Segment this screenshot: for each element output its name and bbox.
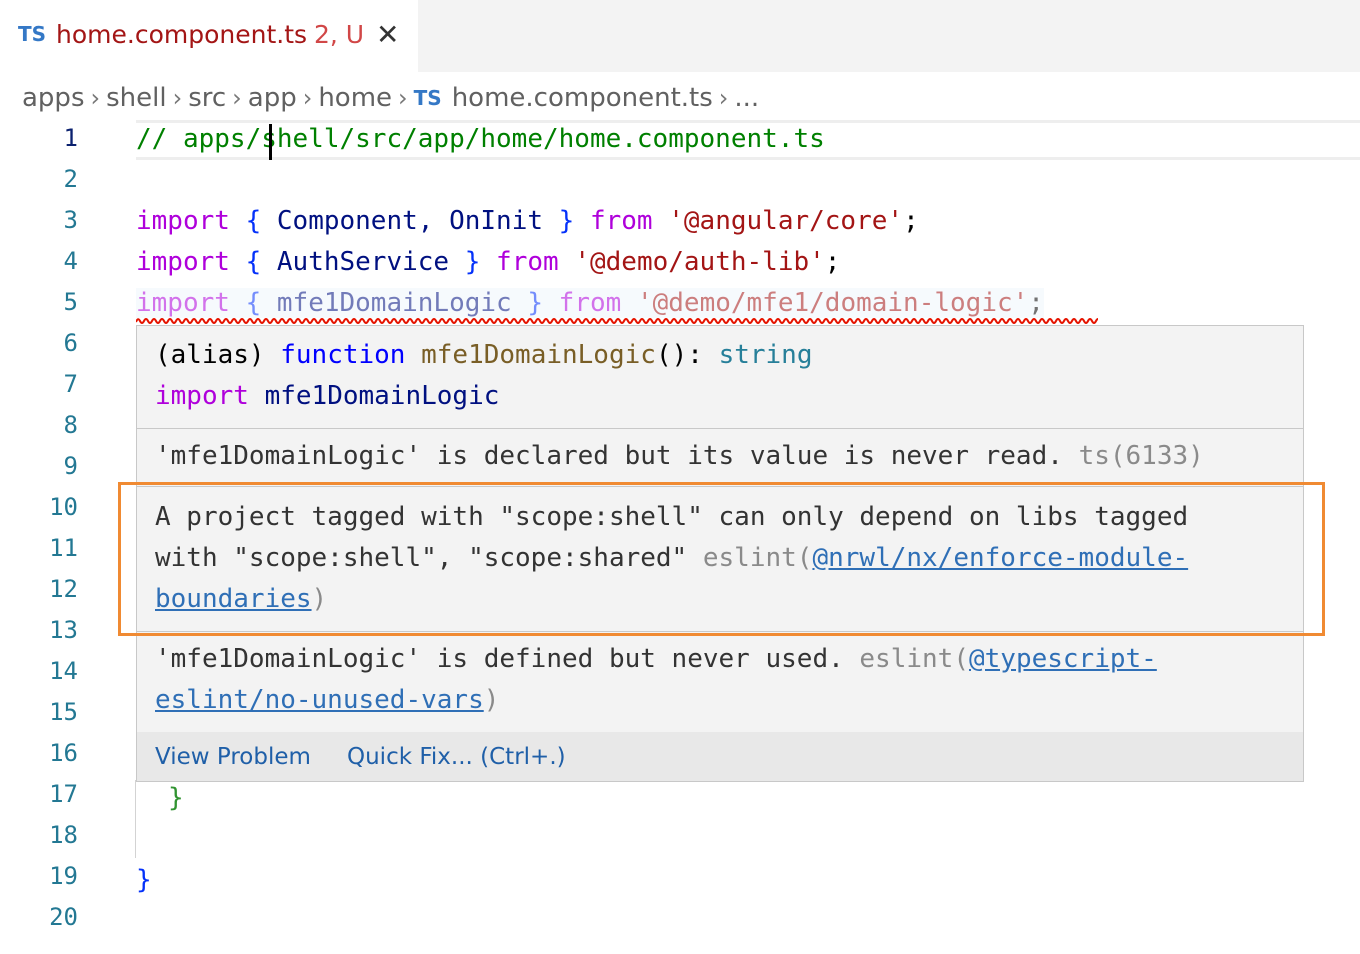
- identifier: mfe1DomainLogic: [264, 381, 500, 411]
- rule-link[interactable]: @typescript-: [969, 644, 1157, 674]
- string-literal: '@angular/core': [668, 206, 904, 236]
- identifier: Component, OnInit: [276, 206, 543, 236]
- breadcrumb: apps › shell › src › app › home › TS home.component…: [22, 82, 759, 116]
- keyword: import: [136, 206, 230, 236]
- breadcrumb-item-apps[interactable]: apps: [22, 83, 85, 113]
- tab-problem-status: 2, U: [314, 20, 365, 49]
- semicolon: ;: [824, 247, 841, 277]
- brace: {: [245, 206, 262, 236]
- line-number: 10: [49, 493, 78, 521]
- code-line-5[interactable]: import { mfe1DomainLogic } from '@demo/m…: [136, 288, 1044, 318]
- quick-fix-button[interactable]: Quick Fix... (Ctrl+.): [347, 744, 566, 770]
- chevron-right-icon: ›: [718, 83, 729, 112]
- identifier: AuthService: [276, 247, 450, 277]
- breadcrumb-more[interactable]: ...: [734, 83, 759, 113]
- line-number: 14: [49, 657, 78, 685]
- code-line-4[interactable]: import { AuthService } from '@demo/auth-…: [136, 247, 840, 277]
- code-line-17[interactable]: }: [168, 783, 184, 813]
- alias-label: (alias): [155, 340, 281, 370]
- tab-home-component[interactable]: TS home.component.ts 2, U ✕: [0, 0, 418, 72]
- breadcrumb-item-app[interactable]: app: [248, 83, 297, 113]
- brace: }: [136, 865, 152, 895]
- breadcrumb-item-shell[interactable]: shell: [106, 83, 166, 113]
- keyword: function: [280, 340, 406, 370]
- line-number: 7: [63, 370, 78, 398]
- code-line-1[interactable]: // apps/shell/src/app/home/home.componen…: [136, 124, 825, 154]
- chevron-right-icon: ›: [232, 83, 242, 112]
- tab-title: home.component.ts: [56, 20, 308, 49]
- problem-message-unused-vars: 'mfe1DomainLogic' is defined but never u…: [155, 644, 1157, 674]
- problem-text: 'mfe1DomainLogic' is declared but its va…: [155, 441, 1063, 471]
- hover-signature-line-1: (alias) function mfe1DomainLogic(): stri…: [155, 340, 812, 370]
- line-number: 16: [49, 739, 78, 767]
- highlight-annotation-box: [118, 482, 1325, 636]
- problem-source: ): [483, 685, 500, 715]
- breadcrumb-item-home[interactable]: home: [318, 83, 392, 113]
- chevron-right-icon: ›: [398, 83, 408, 112]
- line-number: 1: [63, 124, 78, 152]
- breadcrumb-item-file[interactable]: home.component.ts: [452, 83, 713, 113]
- keyword: import: [136, 247, 230, 277]
- problem-message-ts: 'mfe1DomainLogic' is declared but its va…: [155, 441, 1204, 471]
- line-number: 4: [63, 247, 78, 275]
- chevron-right-icon: ›: [90, 83, 101, 112]
- keyword: import: [136, 288, 230, 318]
- hover-signature-line-2: import mfe1DomainLogic: [155, 381, 499, 411]
- close-icon[interactable]: ✕: [376, 18, 399, 51]
- line-number: 3: [63, 206, 78, 234]
- problem-source: eslint(: [859, 644, 969, 674]
- string-literal: '@demo/auth-lib': [574, 247, 825, 277]
- line-number: 20: [49, 903, 78, 931]
- line-number: 18: [49, 821, 78, 849]
- code-line-3[interactable]: import { Component, OnInit } from '@angu…: [136, 206, 919, 236]
- line-number: 8: [63, 411, 78, 439]
- problem-message-unused-vars-line2: eslint/no-unused-vars): [155, 685, 499, 715]
- line-number: 2: [63, 165, 78, 193]
- keyword: from: [558, 288, 622, 318]
- line-number: 15: [49, 698, 78, 726]
- chevron-right-icon: ›: [302, 83, 313, 112]
- editor-tab-bar: TS home.component.ts 2, U ✕: [0, 0, 1360, 72]
- line-number: 11: [49, 534, 78, 562]
- keyword: import: [155, 381, 249, 411]
- line-number: 17: [49, 780, 78, 808]
- breadcrumb-item-src[interactable]: src: [188, 83, 226, 113]
- brace: }: [464, 247, 481, 277]
- text-cursor: [269, 124, 272, 160]
- function-name: mfe1DomainLogic: [421, 340, 656, 370]
- rule-link[interactable]: eslint/no-unused-vars: [155, 685, 484, 715]
- brace: }: [168, 783, 184, 813]
- type-name: string: [718, 340, 813, 370]
- punctuation: ():: [655, 340, 719, 370]
- problem-text: 'mfe1DomainLogic' is defined but never u…: [155, 644, 844, 674]
- line-number: 12: [49, 575, 78, 603]
- brace: }: [527, 288, 544, 318]
- brace: {: [245, 288, 262, 318]
- problem-source: ts(6133): [1078, 441, 1204, 471]
- keyword: from: [589, 206, 653, 236]
- brace: {: [245, 247, 262, 277]
- divider: [137, 428, 1303, 429]
- semicolon: ;: [903, 206, 919, 236]
- line-number: 13: [49, 616, 78, 644]
- code-line-19[interactable]: }: [136, 865, 152, 895]
- hover-actions-bar: View Problem Quick Fix... (Ctrl+.): [137, 732, 1303, 781]
- line-number: 6: [63, 329, 78, 357]
- line-number: 9: [63, 452, 78, 480]
- keyword: from: [496, 247, 559, 277]
- typescript-file-icon: TS: [18, 22, 47, 46]
- typescript-file-icon: TS: [413, 85, 442, 110]
- indent-guide: [135, 780, 136, 858]
- line-number: 19: [49, 862, 78, 890]
- string-literal: '@demo/mfe1/domain-logic': [636, 288, 1029, 318]
- brace: }: [558, 206, 575, 236]
- chevron-right-icon: ›: [172, 83, 183, 112]
- view-problem-button[interactable]: View Problem: [155, 744, 311, 770]
- code-comment: // apps/shell/src/app/home/home.componen…: [136, 124, 825, 154]
- line-number: 5: [63, 288, 78, 316]
- identifier: mfe1DomainLogic: [276, 288, 512, 318]
- semicolon: ;: [1028, 288, 1044, 318]
